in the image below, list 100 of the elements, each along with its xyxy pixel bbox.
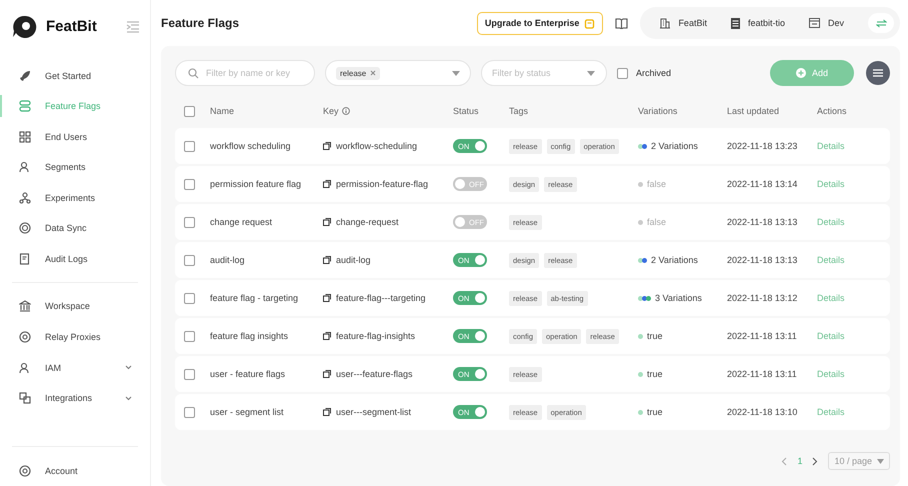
row-checkbox[interactable]: [184, 254, 195, 266]
status-filter-select[interactable]: Filter by status: [481, 60, 607, 86]
swap-icon: [876, 18, 886, 28]
select-all-checkbox[interactable]: [184, 106, 195, 116]
copy-icon[interactable]: [323, 294, 331, 302]
copy-icon[interactable]: [323, 332, 331, 340]
brand-name: FeatBit: [46, 18, 97, 36]
details-link[interactable]: Details: [817, 179, 890, 189]
sidebar-item[interactable]: Workspace: [0, 295, 150, 318]
logo-icon: [12, 14, 38, 39]
archived-checkbox[interactable]: [617, 68, 628, 78]
add-button[interactable]: Add: [770, 60, 854, 86]
row-checkbox[interactable]: [184, 368, 195, 380]
column-header: Last updated: [727, 106, 780, 116]
flag-name: permission feature flag: [210, 179, 302, 189]
flag-name: feature flag insights: [210, 331, 290, 341]
copy-icon[interactable]: [323, 142, 331, 150]
row-checkbox[interactable]: [184, 406, 195, 418]
book-icon[interactable]: [615, 18, 628, 28]
copy-icon[interactable]: [323, 180, 331, 188]
info-icon: [342, 107, 350, 115]
details-link[interactable]: Details: [817, 407, 890, 417]
flag-key: audit-log: [336, 255, 371, 265]
details-link[interactable]: Details: [817, 293, 890, 303]
page-size-select[interactable]: 10 / page: [828, 452, 890, 470]
flag-name: user - feature flags: [210, 369, 286, 379]
row-checkbox[interactable]: [184, 330, 195, 342]
details-link[interactable]: Details: [817, 141, 890, 151]
last-updated: 2022-11-18 13:13: [727, 217, 798, 227]
flag-key: feature-flag---targeting: [336, 293, 426, 303]
sidebar-item[interactable]: Relay Proxies: [0, 326, 150, 348]
sidebar-item[interactable]: Feature Flags: [0, 94, 150, 118]
next-page-icon[interactable]: [812, 456, 818, 466]
remove-icon[interactable]: [370, 70, 376, 76]
switch-button[interactable]: [868, 13, 894, 33]
column-header: Key: [323, 106, 453, 116]
grid-icon: [19, 130, 31, 143]
flag-key: permission-feature-flag: [336, 179, 428, 189]
document-icon: [19, 252, 31, 265]
details-link[interactable]: Details: [817, 331, 890, 341]
details-link[interactable]: Details: [817, 217, 890, 227]
flag-key: user---segment-list: [336, 407, 412, 417]
row-checkbox[interactable]: [184, 216, 195, 228]
copy-icon[interactable]: [323, 408, 331, 416]
last-updated: 2022-11-18 13:23: [727, 141, 798, 151]
environment-selector[interactable]: Dev: [808, 18, 844, 28]
bank-icon: [19, 300, 31, 312]
hierarchy-icon: [19, 192, 31, 204]
column-header: Variations: [638, 106, 678, 116]
sidebar-item[interactable]: Account: [0, 459, 150, 482]
sidebar-item[interactable]: Data Sync: [0, 217, 150, 240]
sidebar-item[interactable]: Audit Logs: [0, 248, 150, 270]
column-header: Name: [210, 106, 236, 116]
variation-label: 3 Variations: [655, 293, 702, 303]
previous-page-icon[interactable]: [781, 456, 788, 466]
sidebar-item[interactable]: Segments: [0, 156, 150, 178]
column-header: Actions: [817, 106, 848, 116]
tag-filter-select[interactable]: release: [325, 60, 471, 86]
flag-name: feature flag - targeting: [210, 293, 300, 303]
last-updated: 2022-11-18 13:13: [727, 255, 798, 265]
sidebar-item[interactable]: Get Started: [0, 64, 150, 87]
upgrade-button[interactable]: Upgrade to Enterprise: [476, 12, 604, 34]
column-header: Status: [453, 106, 480, 116]
column-header: Tags: [509, 106, 530, 116]
sidebar-item[interactable]: Integrations: [0, 386, 150, 410]
collapse-menu-icon[interactable]: [126, 20, 140, 33]
caret-icon: [587, 71, 595, 76]
sidebar-item[interactable]: End Users: [0, 125, 150, 148]
flag-name: user - segment list: [210, 407, 285, 417]
last-updated: 2022-11-18 13:11: [727, 331, 798, 341]
plus-icon: [796, 68, 806, 78]
last-updated: 2022-11-18 13:11: [727, 369, 798, 379]
page-number[interactable]: 1: [797, 456, 802, 466]
flag-name: change request: [210, 217, 274, 227]
flag-name: audit-log: [210, 255, 246, 265]
flag-key: workflow-scheduling: [336, 141, 418, 151]
toggle-icon: [19, 100, 31, 112]
sidebar-item[interactable]: Experiments: [0, 186, 150, 210]
person-icon: [19, 362, 31, 374]
details-link[interactable]: Details: [817, 369, 890, 379]
last-updated: 2022-11-18 13:10: [727, 407, 798, 417]
copy-icon[interactable]: [323, 218, 331, 226]
row-checkbox[interactable]: [184, 178, 195, 190]
row-checkbox[interactable]: [184, 292, 195, 304]
sidebar-item[interactable]: IAM: [0, 356, 150, 379]
page-title: Feature Flags: [161, 16, 240, 30]
menu-icon: [873, 69, 883, 77]
copy-icon[interactable]: [323, 370, 331, 378]
archived-label: Archived: [636, 68, 672, 78]
variation-label: 2 Variations: [651, 255, 698, 265]
last-updated: 2022-11-18 13:14: [727, 179, 798, 189]
menu-button[interactable]: [866, 61, 890, 85]
copy-icon[interactable]: [323, 256, 331, 264]
project-selector[interactable]: featbit-tio: [730, 18, 785, 28]
details-link[interactable]: Details: [817, 255, 890, 265]
organization-selector[interactable]: FeatBit: [660, 18, 707, 28]
search-field[interactable]: Filter by name or key: [175, 60, 315, 86]
server-icon: [730, 18, 740, 28]
row-checkbox[interactable]: [184, 140, 195, 152]
layers-icon: [19, 392, 31, 404]
